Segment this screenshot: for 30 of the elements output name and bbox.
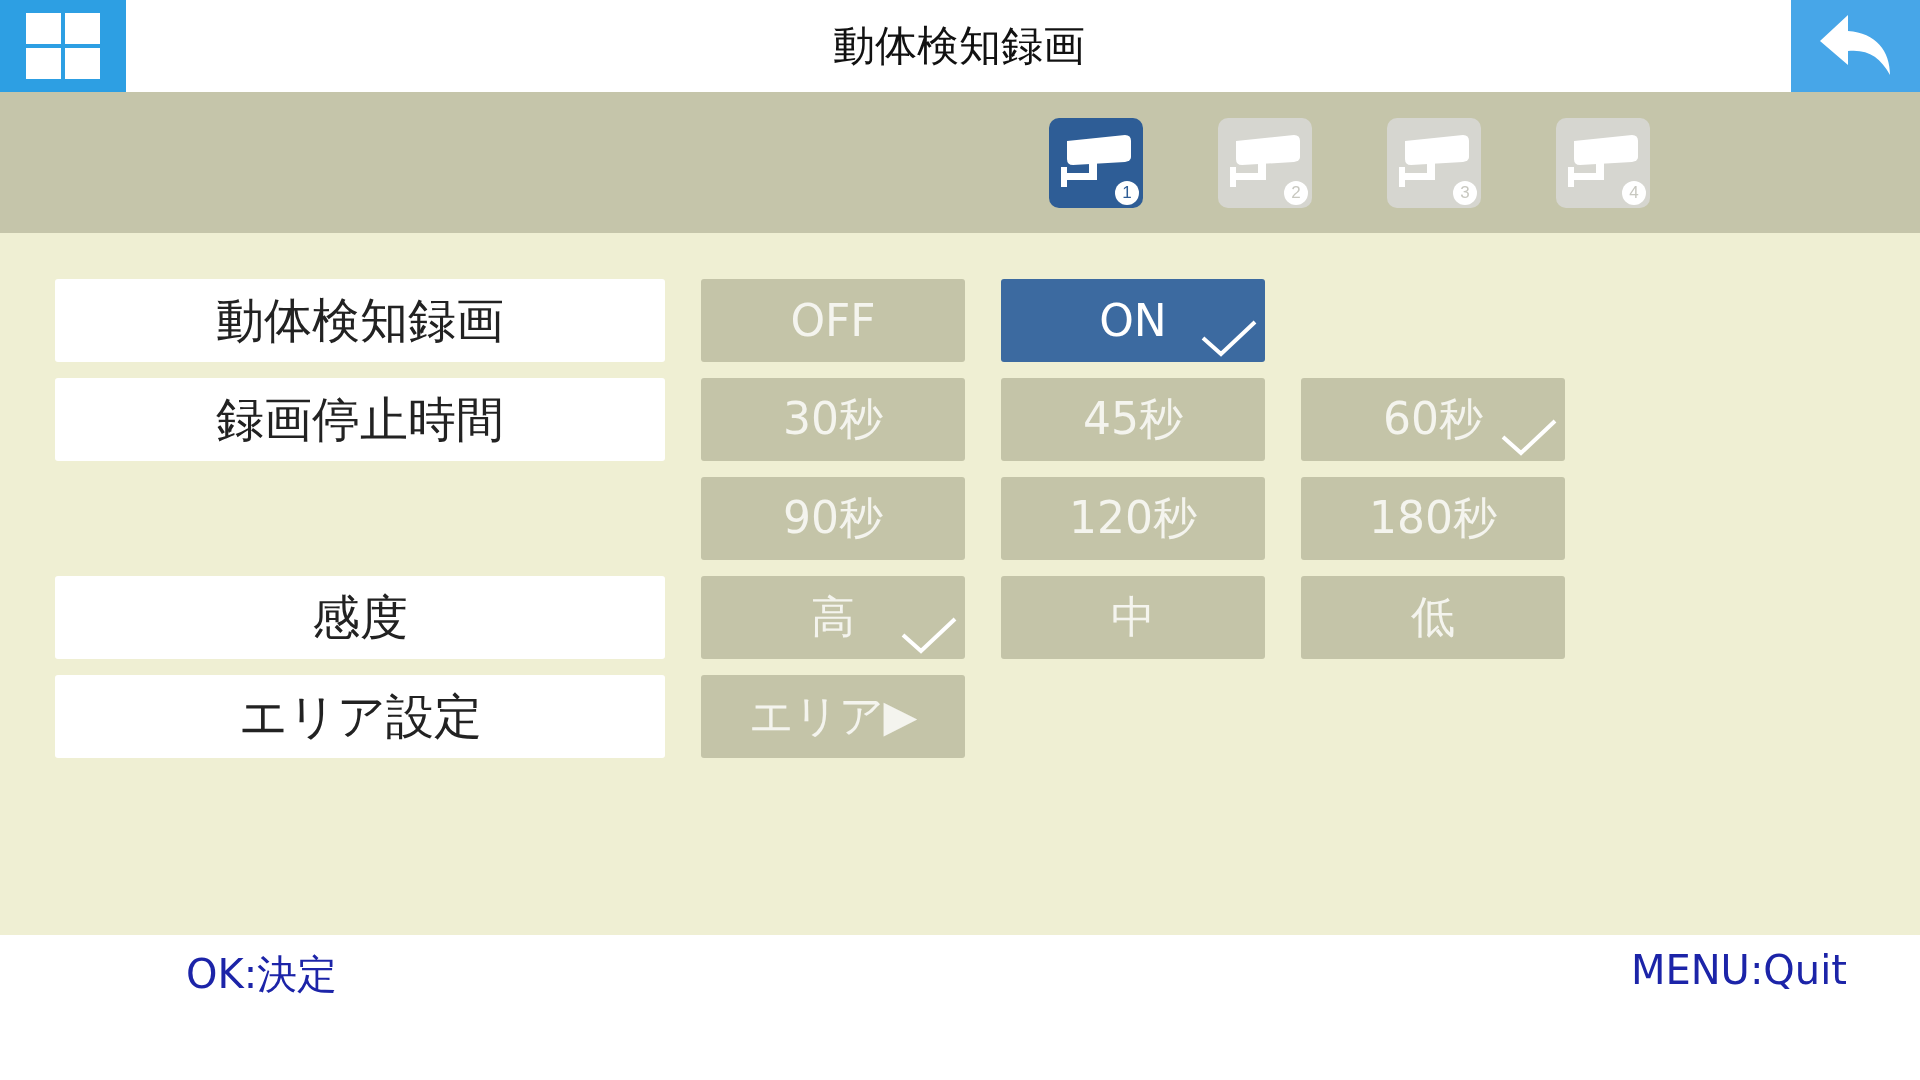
option-button[interactable]: 180秒 [1301, 477, 1565, 560]
setting-label: 感度 [55, 576, 665, 659]
camera-button[interactable]: 1 [1049, 117, 1143, 208]
camera-number: 2 [1284, 180, 1308, 205]
option-button[interactable]: 中 [1001, 576, 1265, 659]
camera-button[interactable]: 3 [1387, 117, 1481, 208]
menu-hint: MENU:Quit [1630, 947, 1847, 995]
option-button[interactable]: エリア▶ [701, 675, 965, 758]
camera-button[interactable]: 2 [1218, 117, 1312, 208]
setting-label: 動体検知録画 [55, 279, 665, 362]
option-button[interactable]: 120秒 [1001, 477, 1265, 560]
option-button[interactable]: ON [1001, 279, 1265, 362]
option-button[interactable]: 60秒 [1301, 378, 1565, 461]
option-button[interactable]: 低 [1301, 576, 1565, 659]
grid-icon [26, 13, 100, 79]
option-button[interactable]: 90秒 [701, 477, 965, 560]
setting-label: 録画停止時間 [55, 378, 665, 461]
setting-label: エリア設定 [55, 675, 665, 758]
ok-hint: OK:決定 [186, 950, 338, 999]
back-button[interactable] [1791, 0, 1920, 92]
screen-title: 動体検知録画 [832, 20, 1085, 72]
option-button[interactable]: 45秒 [1001, 378, 1265, 461]
option-button[interactable]: 高 [701, 576, 965, 659]
camera-number: 1 [1115, 180, 1139, 205]
camera-number: 3 [1453, 180, 1477, 205]
option-button[interactable]: OFF [701, 279, 965, 362]
camera-number: 4 [1622, 180, 1646, 205]
grid-menu-button[interactable] [0, 0, 126, 92]
option-button[interactable]: 30秒 [701, 378, 965, 461]
camera-button[interactable]: 4 [1556, 117, 1650, 208]
